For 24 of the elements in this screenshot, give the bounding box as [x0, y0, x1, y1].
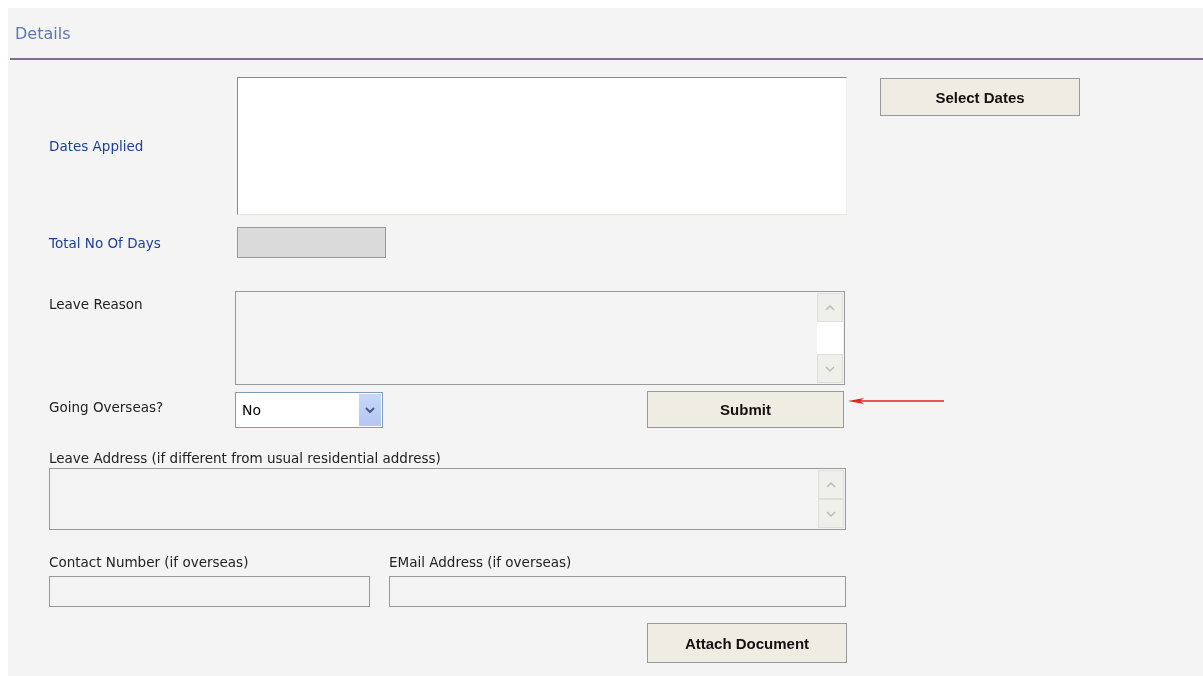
scroll-up-icon: [825, 304, 835, 311]
field-label: Dates Applied: [49, 138, 145, 154]
overseas-dropdown[interactable]: No: [235, 392, 383, 428]
scroll-down-icon: [826, 510, 836, 517]
field-label: Contact Number (if overseas): [49, 554, 250, 570]
section-title: Details: [15, 23, 71, 43]
chevron-down-icon: [365, 406, 375, 414]
reason-textarea[interactable]: [235, 291, 845, 385]
scrollbar[interactable]: [816, 292, 844, 384]
select-dates-button[interactable]: Select Dates: [880, 78, 1080, 116]
field-label: EMail Address (if overseas): [389, 554, 573, 570]
scrollbar[interactable]: [817, 469, 845, 529]
scroll-up-icon: [826, 481, 836, 488]
arrow-icon: [848, 397, 944, 405]
email-field[interactable]: [389, 576, 846, 607]
scroll-down-icon: [825, 365, 835, 372]
field-label: Leave Reason: [49, 295, 144, 314]
submit-button[interactable]: Submit: [647, 391, 844, 428]
field-label: Leave Address (if different from usual residential address): [49, 450, 441, 466]
field-label: Total No Of Days: [49, 234, 162, 251]
field-label: Going Overseas?: [49, 398, 165, 415]
address-textarea[interactable]: [49, 468, 846, 530]
contact-number-field[interactable]: [49, 576, 370, 607]
attach-document-button[interactable]: Attach Document: [647, 623, 847, 663]
